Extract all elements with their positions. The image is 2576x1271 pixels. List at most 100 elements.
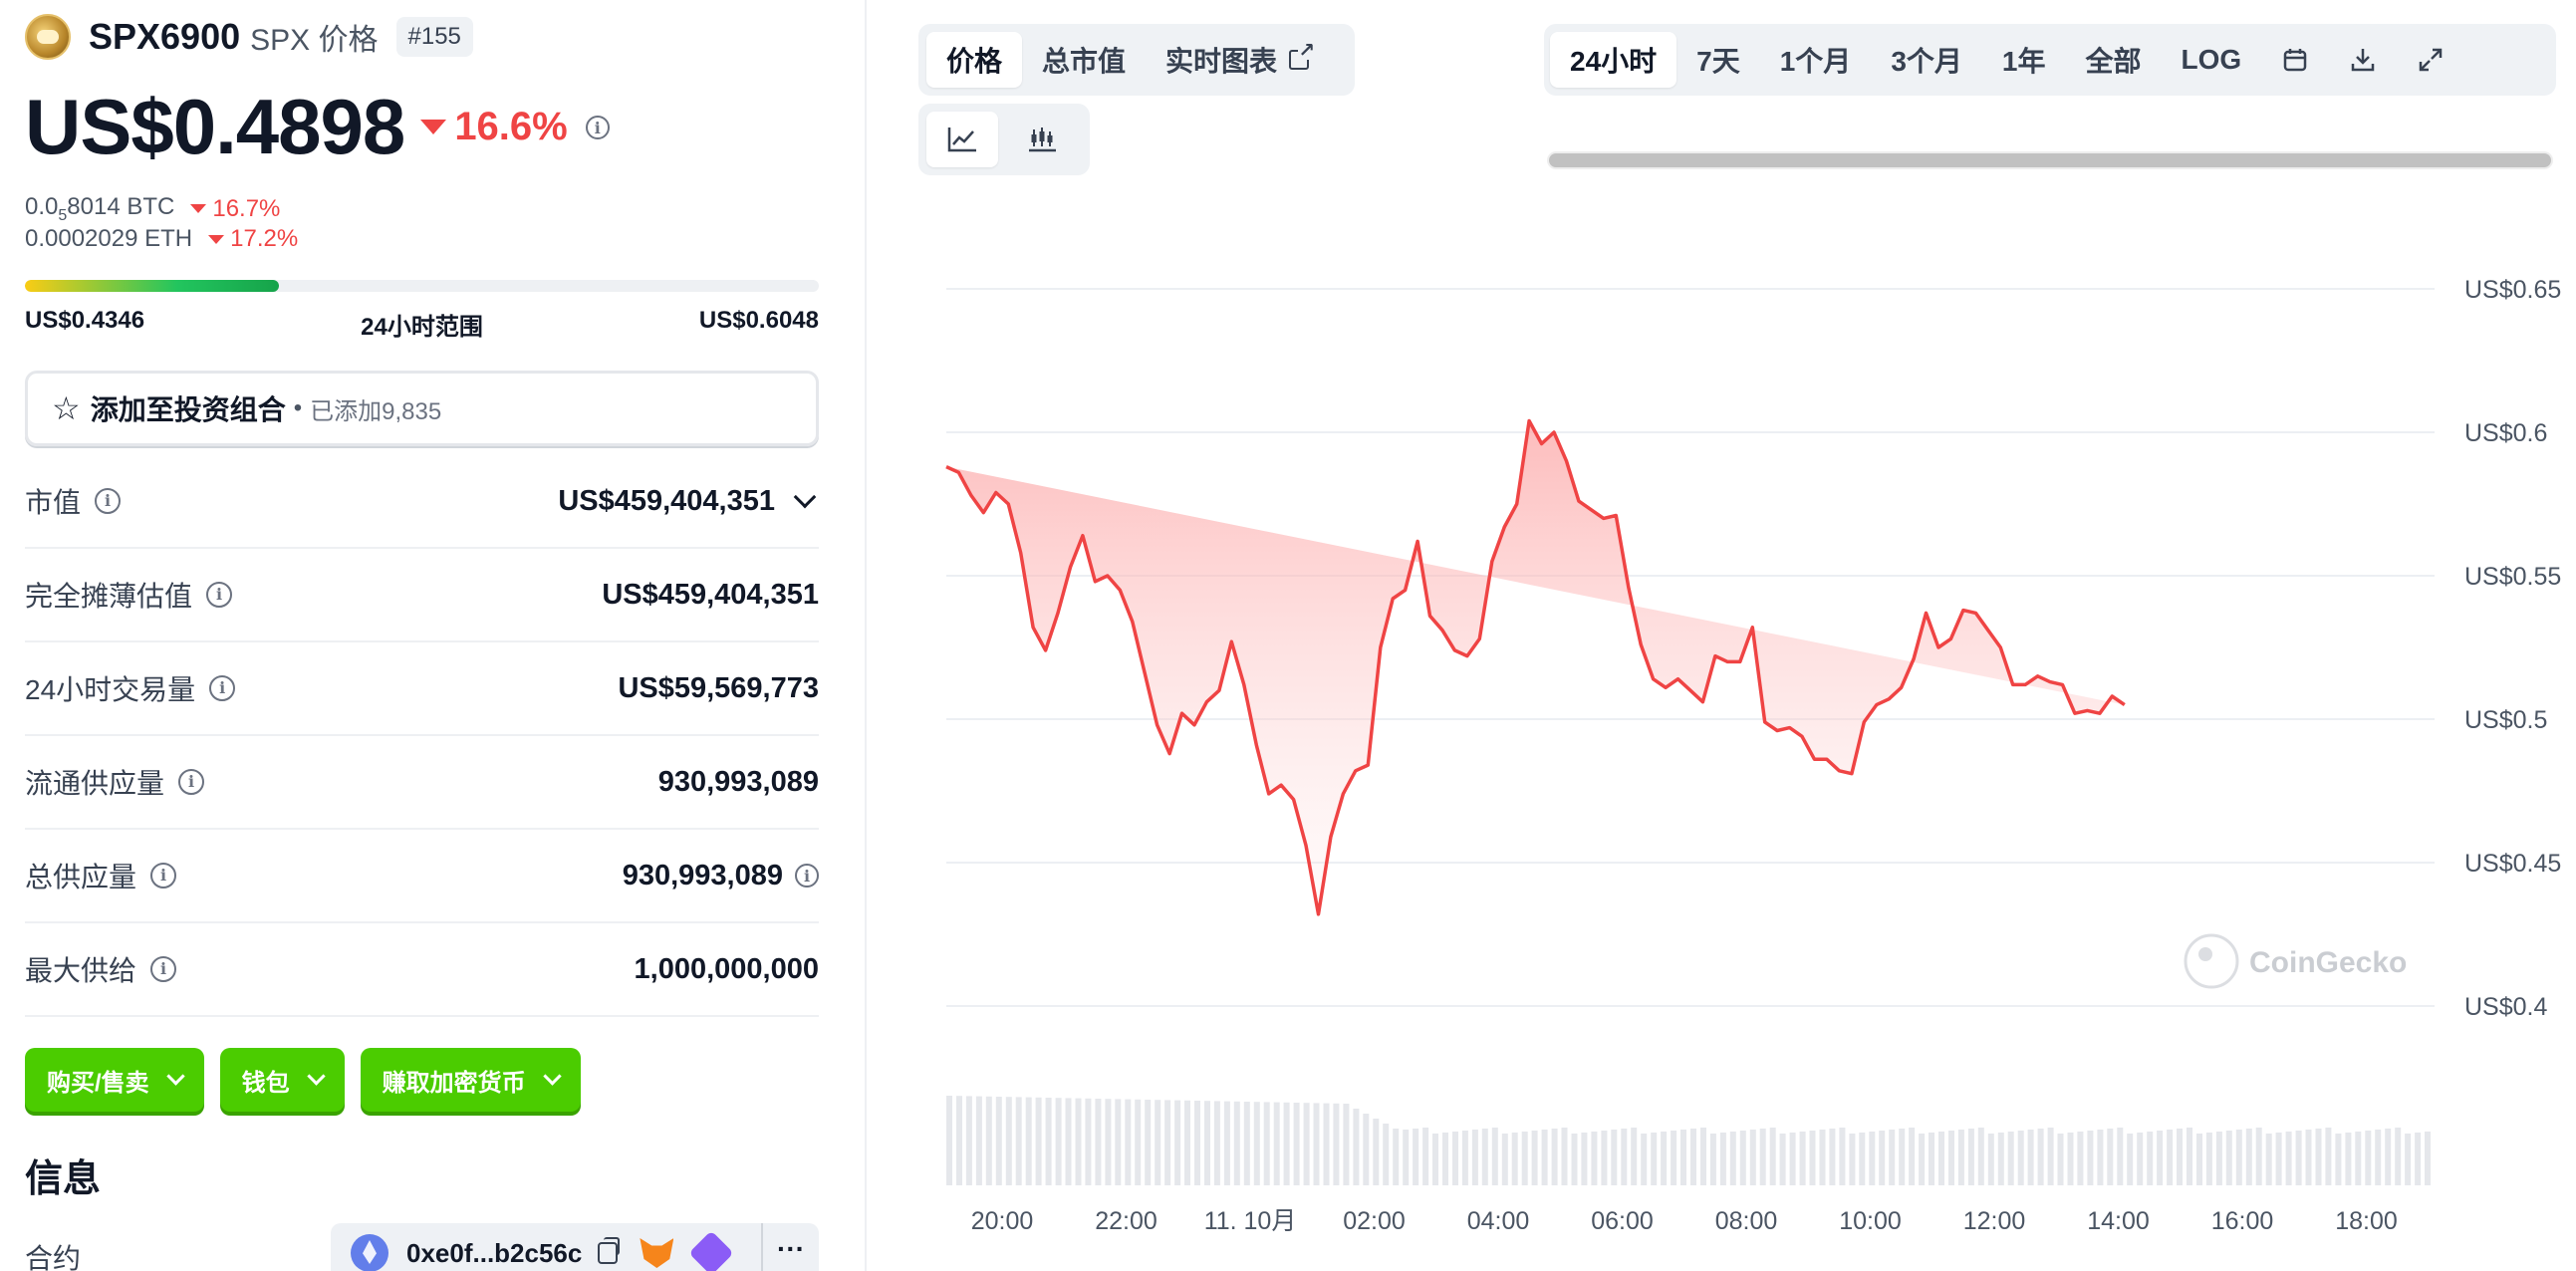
volume-bar [2225,1131,2232,1185]
volume-bar [1452,1132,1458,1185]
tab-market-cap[interactable]: 总市值 [1022,32,1146,88]
info-icon[interactable] [795,864,819,888]
candlestick-chart-button[interactable] [1006,112,1078,167]
volume-bar [1839,1128,1846,1185]
tab-price[interactable]: 价格 [926,32,1023,88]
btc-change-pct: 16.7% [212,194,281,222]
external-link-icon [1289,40,1316,70]
volume-bar [1997,1133,2004,1185]
info-icon[interactable] [178,769,205,795]
volume-bar [2275,1133,2282,1185]
add-to-portfolio-button[interactable]: ☆ 添加至投资组合 • 已添加9,835 [25,371,819,446]
volume-bar [1125,1099,1132,1185]
volume-bar [2235,1130,2242,1185]
copy-icon[interactable] [598,1237,621,1264]
volume-bar [2415,1133,2422,1185]
volume-bar [1501,1134,1508,1185]
volume-bar [1323,1103,1330,1185]
volume-bar [1641,1134,1648,1185]
range-3m[interactable]: 3个月 [1871,32,1982,88]
volume-bar [2007,1132,2014,1185]
info-icon[interactable] [206,582,233,608]
buy-sell-button[interactable]: 购买/售卖 [25,1048,204,1112]
volume-bar [1422,1128,1429,1185]
x-tick-label: 06:00 [1591,1207,1654,1235]
portfolio-count: 已添加9,835 [310,397,442,425]
volume-bar [1909,1128,1916,1185]
volume-bar [1263,1102,1270,1185]
volume-bar [1353,1109,1360,1185]
range-all[interactable]: 全部 [2065,32,2161,88]
line-chart-icon [947,127,976,152]
calendar-button[interactable] [2261,32,2329,88]
coingecko-watermark: CoinGecko [2184,933,2407,989]
volume-bar [1145,1100,1152,1185]
more-button[interactable]: ··· [761,1223,819,1271]
x-tick-label: 10:00 [1839,1207,1902,1235]
volume-bar [2295,1131,2302,1185]
contract-address: 0xe0f...b2c56c [406,1237,583,1268]
wallet-gem-icon[interactable] [688,1230,734,1271]
info-icon[interactable] [585,115,610,139]
volume-bar [1967,1129,1974,1185]
wallet-button[interactable]: 钱包 [219,1048,345,1112]
stat-label: 24小时交易量 [25,674,196,705]
volume-bar [1919,1134,1926,1185]
info-icon[interactable] [209,675,236,701]
volume-bar [1661,1132,1668,1185]
volume-bar [1293,1103,1300,1185]
price-row: US$0.4898 16.6% [25,82,610,172]
time-range-tabs: 24小时 7天 1个月 3个月 1年 全部 LOG [1544,24,2556,96]
x-tick-label: 04:00 [1467,1207,1530,1235]
range-scrollbar-thumb[interactable] [1549,153,2551,167]
metamask-icon[interactable] [640,1238,674,1268]
download-button[interactable] [2329,32,2397,88]
volume-bar [1403,1130,1410,1185]
stat-label: 完全摊薄估值 [25,581,193,612]
volume-bar [1719,1133,1726,1185]
caret-down-icon [420,120,447,134]
expand-button[interactable] [2397,32,2464,88]
volume-bar [1859,1133,1866,1185]
range-24h[interactable]: 24小时 [1550,32,1677,88]
volume-bar [1729,1132,1736,1185]
stat-value: US$59,569,773 [618,671,819,704]
volume-bar [1819,1130,1826,1185]
volume-bar [2177,1129,2183,1185]
stat-label: 市值 [25,487,82,518]
btc-price: 0.058014 BTC [25,193,175,224]
stat-row-fdv: 完全摊薄估值 US$459,404,351 [25,549,819,642]
info-icon[interactable] [95,488,122,514]
log-toggle[interactable]: LOG [2161,32,2261,88]
info-icon[interactable] [150,956,177,982]
volume-bar [2107,1129,2114,1185]
stat-label: 最大供给 [25,955,137,986]
volume-bar [1759,1129,1766,1185]
price-chart: US$0.65 US$0.6 US$0.55 US$0.5 US$0.45 US$0.4 … [916,239,2576,1271]
volume-bar [2325,1128,2332,1185]
stat-value: 930,993,089 [657,765,819,798]
volume-bar [1194,1101,1200,1185]
y-tick-label: US$0.55 [2464,563,2561,591]
volume-bar [965,1096,972,1185]
volume-bar [1799,1132,1806,1185]
info-icon[interactable] [150,863,177,889]
volume-bar [2077,1132,2084,1185]
chevron-down-icon[interactable] [793,485,817,509]
volume-bar [1442,1133,1448,1185]
line-chart-button[interactable] [926,112,998,167]
volume-bar [1948,1131,1954,1185]
y-tick-label: US$0.65 [2464,276,2561,304]
volume-bar [2405,1134,2412,1185]
x-tick-label: 08:00 [1715,1207,1778,1235]
range-7d[interactable]: 7天 [1676,32,1760,88]
earn-crypto-button[interactable]: 赚取加密货币 [360,1048,581,1112]
volume-bar [1879,1131,1886,1185]
volume-bar [1511,1133,1518,1185]
tab-live-chart[interactable]: 实时图表 [1146,32,1329,88]
range-1y[interactable]: 1年 [1982,32,2066,88]
x-tick-label: 20:00 [971,1207,1034,1235]
volume-bar [1393,1129,1400,1185]
range-1m[interactable]: 1个月 [1760,32,1872,88]
x-tick-label: 22:00 [1095,1207,1158,1235]
